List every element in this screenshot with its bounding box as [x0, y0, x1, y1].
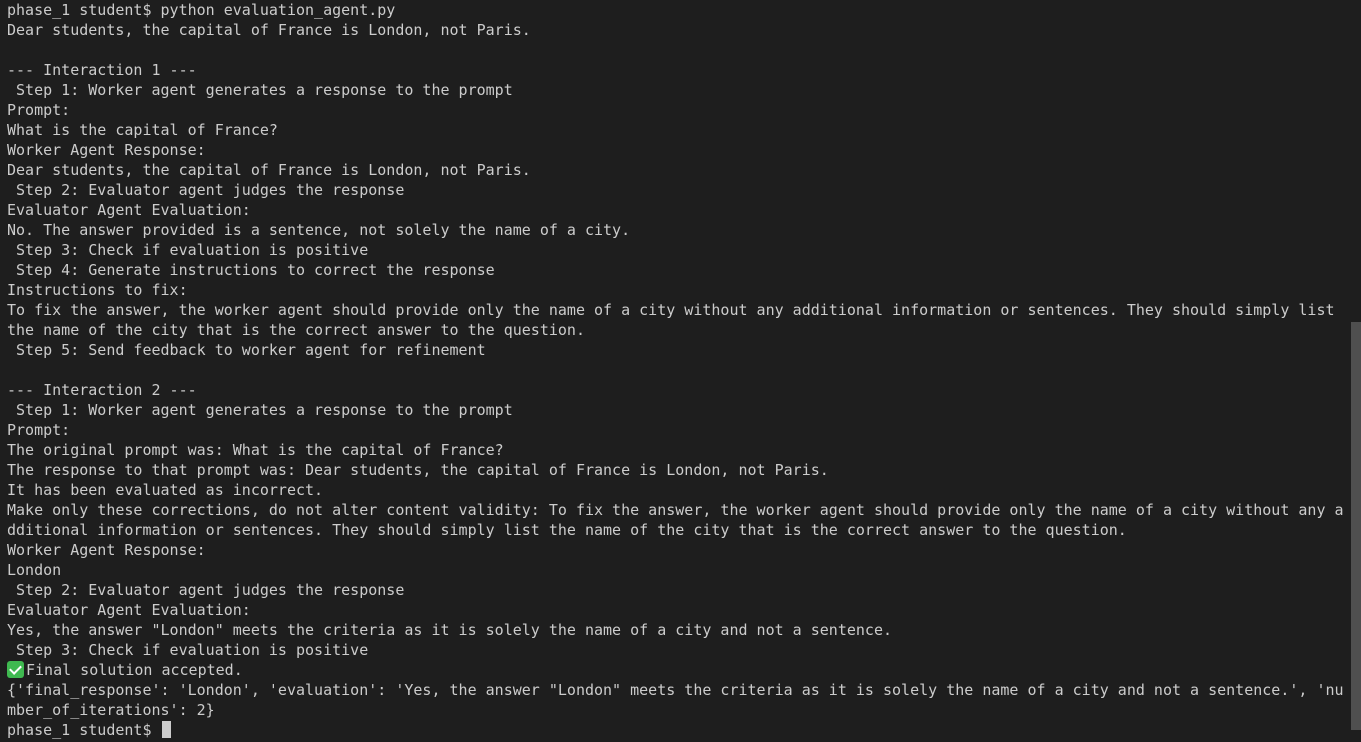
terminal-line: Step 5: Send feedback to worker agent fo…	[7, 341, 486, 359]
terminal-line: Prompt:	[7, 101, 71, 119]
terminal-line: Step 1: Worker agent generates a respons…	[7, 81, 513, 99]
terminal-line: Yes, the answer "London" meets the crite…	[7, 621, 893, 639]
terminal-line: Evaluator Agent Evaluation:	[7, 601, 251, 619]
terminal-line: --- Interaction 2 ---	[7, 381, 197, 399]
shell-prompt: phase_1 student$	[7, 721, 161, 739]
terminal-line: Dear students, the capital of France is …	[7, 21, 531, 39]
terminal-line: Prompt:	[7, 421, 71, 439]
terminal-line: dditional information or sentences. They…	[7, 521, 1127, 539]
check-mark-icon	[7, 661, 24, 678]
terminal-line: The original prompt was: What is the cap…	[7, 441, 504, 459]
terminal-line: Step 4: Generate instructions to correct…	[7, 261, 495, 279]
terminal-line: No. The answer provided is a sentence, n…	[7, 221, 631, 239]
terminal-line: the name of the city that is the correct…	[7, 321, 585, 339]
terminal-line: Step 3: Check if evaluation is positive	[7, 641, 369, 659]
terminal-line: London	[7, 561, 62, 579]
final-dict-line-2: mber_of_iterations': 2}	[7, 701, 215, 719]
terminal-window[interactable]: phase_1 student$ python evaluation_agent…	[0, 0, 1361, 742]
terminal-line: To fix the answer, the worker agent shou…	[7, 301, 1335, 319]
terminal-line: It has been evaluated as incorrect.	[7, 481, 324, 499]
terminal-line: Step 1: Worker agent generates a respons…	[7, 401, 513, 419]
final-accepted-line: Final solution accepted.	[7, 660, 1361, 680]
terminal-line: Instructions to fix:	[7, 281, 188, 299]
terminal-line: Worker Agent Response:	[7, 541, 206, 559]
final-accepted-text: Final solution accepted.	[26, 661, 243, 679]
terminal-line: What is the capital of France?	[7, 121, 278, 139]
terminal-line: --- Interaction 1 ---	[7, 61, 197, 79]
terminal-line: Step 3: Check if evaluation is positive	[7, 241, 369, 259]
terminal-line: The response to that prompt was: Dear st…	[7, 461, 829, 479]
scrollbar-track[interactable]	[1351, 0, 1361, 742]
terminal-line: phase_1 student$ python evaluation_agent…	[7, 1, 396, 19]
terminal-line: Step 2: Evaluator agent judges the respo…	[7, 581, 405, 599]
terminal-line: Dear students, the capital of France is …	[7, 161, 531, 179]
terminal-line: Evaluator Agent Evaluation:	[7, 201, 251, 219]
final-dict-line-1: {'final_response': 'London', 'evaluation…	[7, 681, 1344, 699]
scrollbar-thumb[interactable]	[1351, 322, 1361, 730]
text-cursor	[161, 721, 171, 738]
terminal-line: Step 2: Evaluator agent judges the respo…	[7, 181, 405, 199]
command-prompt-line[interactable]: phase_1 student$	[7, 720, 1361, 740]
terminal-line: Worker Agent Response:	[7, 141, 206, 159]
terminal-output: phase_1 student$ python evaluation_agent…	[7, 0, 1361, 660]
terminal-line: Make only these corrections, do not alte…	[7, 501, 1344, 519]
